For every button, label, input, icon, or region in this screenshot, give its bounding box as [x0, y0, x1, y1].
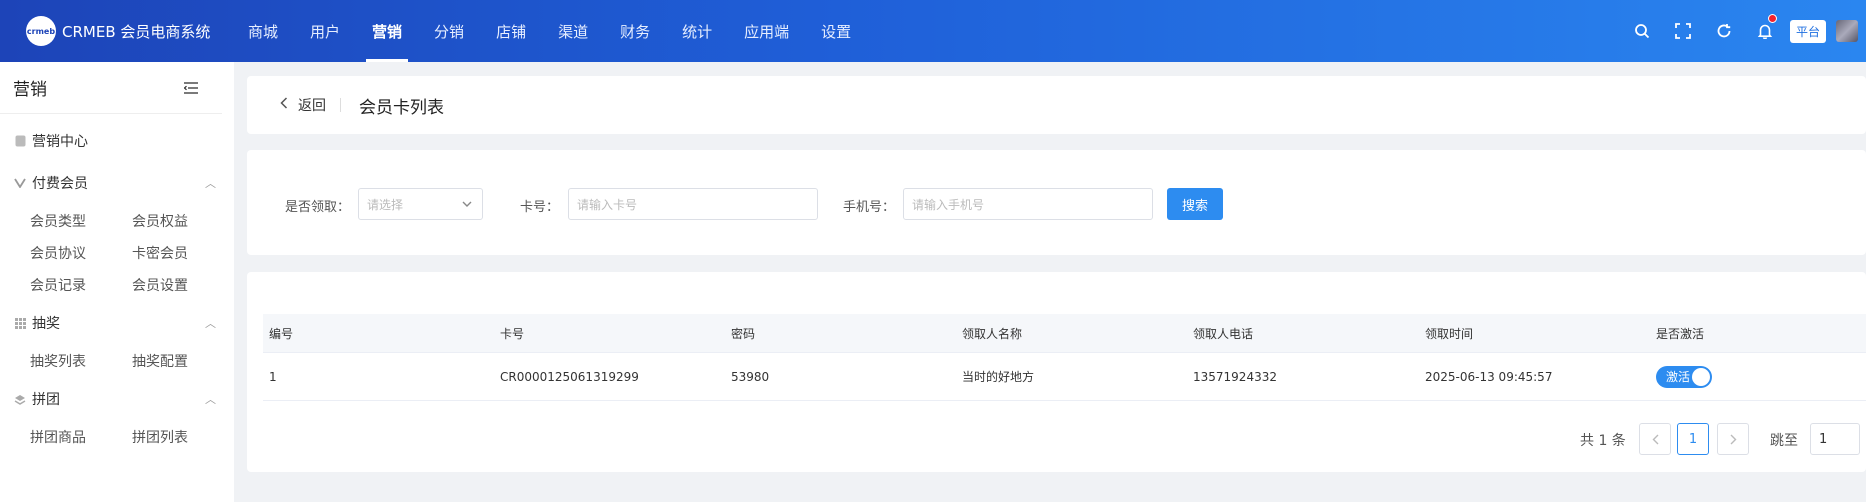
- chevron-left-icon: [280, 97, 288, 113]
- group-buy-icon: [13, 392, 27, 406]
- sidebar-item-marketing-center[interactable]: 营销中心: [0, 122, 234, 160]
- card-label: 卡号：: [520, 200, 560, 215]
- column-header-receiver-phone: 领取人电话: [1193, 326, 1254, 341]
- chevron-right-icon: [1730, 434, 1736, 444]
- sidebar-group-label: 抽奖: [32, 316, 60, 332]
- search-button[interactable]: 搜索: [1167, 188, 1223, 220]
- nav-item-channel[interactable]: 渠道: [542, 0, 604, 62]
- nav-item-mall[interactable]: 商城: [232, 0, 294, 62]
- cell-received-at: 2025-06-13 09:45:57: [1425, 369, 1553, 384]
- sidebar-header: 营销: [0, 62, 222, 114]
- page-title: 会员卡列表: [359, 97, 444, 118]
- cell-password: 53980: [731, 369, 770, 384]
- sidebar-item-lottery-list[interactable]: 抽奖列表: [30, 351, 132, 371]
- phone-input[interactable]: 请输入手机号: [903, 188, 1153, 220]
- sidebar-item-member-type[interactable]: 会员类型: [30, 211, 132, 231]
- column-header-receiver-name: 领取人名称: [962, 326, 1023, 341]
- card-number-input[interactable]: 请输入卡号: [568, 188, 818, 220]
- cell-card-no: CR0000125061319299: [500, 369, 639, 384]
- sidebar-subrow: 拼团商品 拼团列表: [0, 418, 234, 456]
- sidebar-item-card-member[interactable]: 卡密会员: [132, 243, 234, 263]
- column-header-active: 是否激活: [1656, 326, 1705, 341]
- sidebar-item-member-rights[interactable]: 会员权益: [132, 211, 234, 231]
- nav-item-app[interactable]: 应用端: [728, 0, 805, 62]
- sidebar-group-label: 付费会员: [32, 176, 88, 192]
- bell-icon[interactable]: [1745, 0, 1786, 62]
- nav-item-statistics[interactable]: 统计: [666, 0, 728, 62]
- cell-receiver-phone: 13571924332: [1193, 369, 1277, 384]
- column-header-received-at: 领取时间: [1425, 326, 1474, 341]
- top-navbar: crmeb CRMEB 会员电商系统 商城 用户 营销 分销 店铺 渠道 财务 …: [0, 0, 1866, 62]
- next-page-button[interactable]: [1717, 423, 1749, 455]
- header-actions: 平台: [1622, 0, 1866, 62]
- chevron-left-icon: [1652, 434, 1658, 444]
- back-button[interactable]: 返回: [280, 95, 326, 115]
- column-header-card-no: 卡号: [500, 326, 525, 341]
- chevron-up-icon: ︿: [205, 177, 216, 190]
- table-row: 1 CR0000125061319299 53980 当时的好地方 135719…: [263, 353, 1866, 401]
- vip-icon: [13, 176, 27, 190]
- column-header-id: 编号: [269, 326, 294, 341]
- cell-active: 激活: [1656, 353, 1712, 400]
- brand-logo[interactable]: crmeb CRMEB 会员电商系统: [26, 0, 210, 62]
- nav-item-marketing[interactable]: 营销: [356, 0, 418, 62]
- back-label: 返回: [298, 98, 326, 114]
- search-icon[interactable]: [1622, 0, 1663, 62]
- prev-page-button[interactable]: [1639, 423, 1671, 455]
- chevron-down-icon: [462, 201, 472, 207]
- main-nav: 商城 用户 营销 分销 店铺 渠道 财务 统计 应用端 设置: [232, 0, 867, 62]
- phone-placeholder: 请输入手机号: [912, 197, 985, 212]
- logo-mark: crmeb: [26, 16, 56, 46]
- jump-page-input[interactable]: 1: [1810, 423, 1860, 455]
- sidebar-item-lottery-config[interactable]: 抽奖配置: [132, 351, 234, 371]
- fullscreen-icon[interactable]: [1663, 0, 1704, 62]
- notification-dot: [1767, 14, 1777, 23]
- chevron-up-icon: ︿: [205, 317, 216, 330]
- card-placeholder: 请输入卡号: [577, 197, 638, 212]
- sidebar-group-lottery[interactable]: 抽奖 ︿: [0, 304, 234, 342]
- page-number-button[interactable]: 1: [1677, 423, 1709, 455]
- sidebar-subrow: 抽奖列表 抽奖配置: [0, 342, 234, 380]
- nav-item-finance[interactable]: 财务: [604, 0, 666, 62]
- active-toggle[interactable]: 激活: [1656, 365, 1712, 388]
- grid-icon: [13, 316, 27, 330]
- divider: [340, 98, 341, 112]
- sidebar-group-group-buy[interactable]: 拼团 ︿: [0, 380, 234, 418]
- nav-item-user[interactable]: 用户: [294, 0, 356, 62]
- column-header-password: 密码: [731, 326, 756, 341]
- sidebar-title: 营销: [13, 80, 47, 100]
- received-placeholder: 请选择: [367, 197, 404, 212]
- jump-label: 跳至: [1770, 433, 1798, 449]
- avatar[interactable]: [1836, 20, 1858, 42]
- page-header: 返回 会员卡列表: [247, 76, 1866, 134]
- sidebar-item-member-agreement[interactable]: 会员协议: [30, 243, 132, 263]
- sidebar-subrow: 会员记录 会员设置: [0, 266, 234, 304]
- pagination-total: 共 1 条: [1580, 433, 1626, 449]
- cell-id: 1: [269, 369, 277, 384]
- sidebar-item-member-settings[interactable]: 会员设置: [132, 275, 234, 295]
- document-icon: [13, 134, 27, 148]
- refresh-icon[interactable]: [1704, 0, 1745, 62]
- sidebar-group-label: 拼团: [32, 392, 60, 408]
- nav-item-distribution[interactable]: 分销: [418, 0, 480, 62]
- platform-badge[interactable]: 平台: [1789, 19, 1826, 43]
- received-label: 是否领取：: [285, 200, 351, 215]
- received-select[interactable]: 请选择: [358, 188, 483, 220]
- nav-item-settings[interactable]: 设置: [805, 0, 867, 62]
- nav-item-store[interactable]: 店铺: [480, 0, 542, 62]
- collapse-menu-icon[interactable]: [184, 81, 198, 94]
- chevron-up-icon: ︿: [205, 393, 216, 406]
- table-header: 编号 卡号 密码 领取人名称 领取人电话 领取时间 是否激活: [263, 314, 1866, 353]
- sidebar-item-member-record[interactable]: 会员记录: [30, 275, 132, 295]
- sidebar-item-group-goods[interactable]: 拼团商品: [30, 427, 132, 447]
- sidebar: 营销 营销中心 付费会员 ︿ 会员类型 会员权益 会员协议 卡密会员 会员记录 …: [0, 62, 234, 502]
- phone-label: 手机号：: [843, 200, 896, 215]
- cell-receiver-name: 当时的好地方: [962, 370, 1035, 384]
- sidebar-item-label: 营销中心: [32, 134, 88, 150]
- brand-name: CRMEB 会员电商系统: [62, 22, 211, 41]
- sidebar-group-paid-member[interactable]: 付费会员 ︿: [0, 164, 234, 202]
- sidebar-item-group-list[interactable]: 拼团列表: [132, 427, 234, 447]
